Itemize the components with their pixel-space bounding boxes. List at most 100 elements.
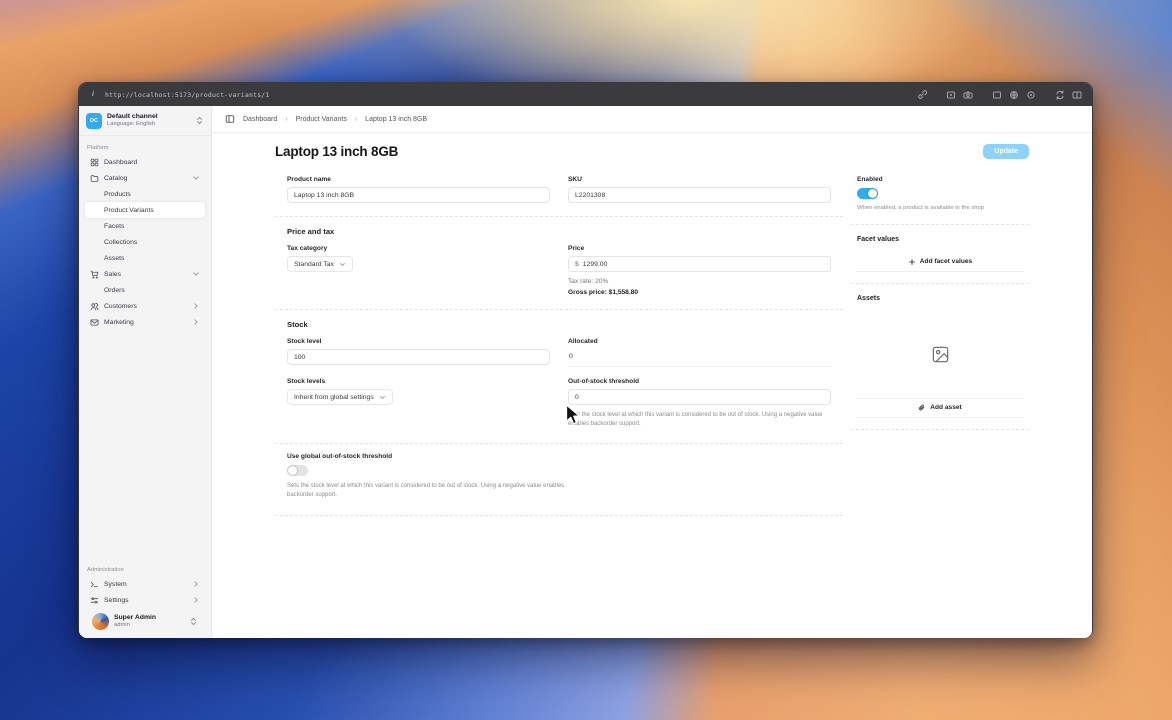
- screen-record-icon[interactable]: [946, 90, 956, 100]
- stock-heading: Stock: [287, 320, 308, 329]
- folder-icon: [90, 174, 99, 182]
- channel-name: Default channel: [107, 112, 158, 120]
- section-assets: Assets Add asset: [851, 284, 1029, 430]
- camera-icon[interactable]: [963, 90, 973, 100]
- chevron-right-icon: [194, 581, 198, 587]
- chevron-right-icon: [194, 319, 198, 325]
- stock-level-label: Stock level: [287, 338, 322, 345]
- sidebar-item-system[interactable]: System: [85, 576, 205, 592]
- sidebar: DC Default channel Language: English Pla…: [79, 106, 212, 638]
- sidebar-item-label: Settings: [104, 596, 129, 604]
- stock-level-input[interactable]: [287, 349, 550, 365]
- breadcrumb-item-current: Laptop 13 inch 8GB: [365, 115, 428, 123]
- sidebar-item-assets[interactable]: Assets: [85, 250, 205, 266]
- price-input[interactable]: [582, 260, 824, 268]
- section-label-administration: Administration: [87, 567, 124, 573]
- update-button[interactable]: Update: [983, 144, 1029, 159]
- facet-values-heading: Facet values: [857, 235, 900, 243]
- tax-category-value: Standard Tax: [294, 260, 334, 268]
- sidebar-item-label: Dashboard: [104, 158, 138, 166]
- use-global-threshold-toggle[interactable]: [287, 464, 308, 476]
- sku-input[interactable]: [568, 187, 831, 203]
- sidebar-item-collections[interactable]: Collections: [85, 234, 205, 250]
- mail-icon: [90, 318, 99, 326]
- price-input-group: $: [568, 256, 831, 272]
- stock-levels-label: Stock levels: [287, 378, 326, 385]
- mouse-cursor: [565, 404, 581, 425]
- add-asset-button[interactable]: Add asset: [857, 399, 1023, 417]
- add-asset-label: Add asset: [930, 404, 962, 412]
- channel-badge: DC: [86, 112, 102, 129]
- breadcrumb-item-dashboard[interactable]: Dashboard: [243, 116, 277, 123]
- sidebar-item-settings[interactable]: Settings: [85, 592, 205, 608]
- user-name: Super Admin: [114, 613, 157, 621]
- chevron-down-icon: [340, 262, 345, 266]
- sidebar-item-sales[interactable]: Sales: [85, 266, 205, 282]
- use-global-threshold-help: Sets the stock level at which this varia…: [287, 482, 565, 498]
- browser-window: i http://localhost:5173/product-variants…: [78, 82, 1093, 638]
- asset-placeholder: [857, 312, 1023, 398]
- section-stock: Stock Stock level Allocated 0: [275, 310, 843, 444]
- section-enabled: Enabled When enabled, a product is avail…: [851, 168, 1029, 225]
- section-label-platform: Platform: [87, 145, 109, 151]
- page-content: Laptop 13 inch 8GB Update Product name L…: [212, 133, 1092, 638]
- sidebar-item-customers[interactable]: Customers: [85, 298, 205, 314]
- chevron-down-icon: [379, 395, 385, 399]
- terminal-icon: [90, 581, 98, 587]
- variant-form: Product name SKU: [275, 168, 843, 517]
- out-of-stock-threshold-help: Sets the stock level at which this varia…: [568, 412, 823, 428]
- user-role: admin: [114, 622, 130, 629]
- sidebar-item-products[interactable]: Products: [85, 186, 205, 202]
- sidebar-item-catalog[interactable]: Catalog: [85, 170, 205, 186]
- product-name-input[interactable]: [287, 187, 550, 203]
- section-name-sku: Product name SKU: [275, 168, 843, 217]
- sidebar-item-label: Facets: [104, 222, 125, 230]
- channel-language: Language: English: [107, 121, 156, 128]
- add-facet-values-button[interactable]: Add facet values: [857, 253, 1023, 271]
- chevron-down-icon: [193, 272, 199, 276]
- sidebar-item-facets[interactable]: Facets: [85, 218, 205, 234]
- paperclip-icon: [919, 404, 925, 411]
- sidebar-item-label: Customers: [104, 302, 137, 310]
- globe-icon[interactable]: [1009, 90, 1019, 100]
- sidebar-item-label: Collections: [104, 238, 138, 246]
- cart-icon: [90, 270, 99, 279]
- assets-heading: Assets: [857, 294, 880, 302]
- sidebar-item-label: Products: [104, 190, 131, 198]
- out-of-stock-threshold-input[interactable]: [568, 389, 831, 405]
- main-area: Dashboard › Product Variants › Laptop 13…: [212, 106, 1092, 638]
- tax-category-select[interactable]: Standard Tax: [287, 256, 353, 272]
- stock-levels-select[interactable]: Inherit from global settings: [287, 389, 393, 405]
- out-of-stock-threshold-label: Out-of-stock threshold: [568, 378, 640, 385]
- split-view-icon[interactable]: [1072, 90, 1082, 100]
- sidebar-item-dashboard[interactable]: Dashboard: [85, 154, 205, 170]
- browser-titlebar[interactable]: i http://localhost:5173/product-variants…: [79, 83, 1092, 106]
- price-and-tax-heading: Price and tax: [287, 227, 335, 236]
- user-menu[interactable]: Super Admin admin: [85, 608, 205, 638]
- sidebar-item-label: Sales: [104, 270, 122, 278]
- sync-icon[interactable]: [1055, 90, 1065, 100]
- stock-levels-value: Inherit from global settings: [294, 393, 374, 401]
- sidebar-item-product-variants[interactable]: Product Variants: [85, 202, 205, 218]
- breadcrumb-separator: ›: [354, 115, 358, 123]
- page-title: Laptop 13 inch 8GB: [275, 144, 399, 159]
- sidebar-item-marketing[interactable]: Marketing: [85, 314, 205, 330]
- section-global-threshold: Use global out-of-stock threshold Sets t…: [275, 444, 843, 517]
- gross-price-text: Gross price: $1,558.80: [568, 289, 639, 296]
- window-icon[interactable]: [992, 90, 1002, 100]
- channel-switcher[interactable]: DC Default channel Language: English: [79, 106, 211, 136]
- enabled-label: Enabled: [857, 176, 883, 183]
- panel-left-icon[interactable]: [225, 114, 235, 124]
- sidebar-item-orders[interactable]: Orders: [85, 282, 205, 298]
- sidebar-item-label: Orders: [104, 286, 125, 294]
- link-icon[interactable]: [917, 89, 927, 100]
- gear-icon[interactable]: [1026, 90, 1036, 100]
- enabled-toggle[interactable]: [857, 188, 878, 199]
- breadcrumb-item-product-variants[interactable]: Product Variants: [296, 116, 347, 123]
- url-text[interactable]: http://localhost:5173/product-variants/1: [105, 91, 270, 99]
- breadcrumb: Dashboard › Product Variants › Laptop 13…: [212, 106, 1092, 133]
- currency-symbol: $: [575, 260, 579, 268]
- users-icon: [90, 302, 99, 310]
- chevron-right-icon: [194, 597, 198, 603]
- sidebar-item-label: Assets: [104, 254, 125, 262]
